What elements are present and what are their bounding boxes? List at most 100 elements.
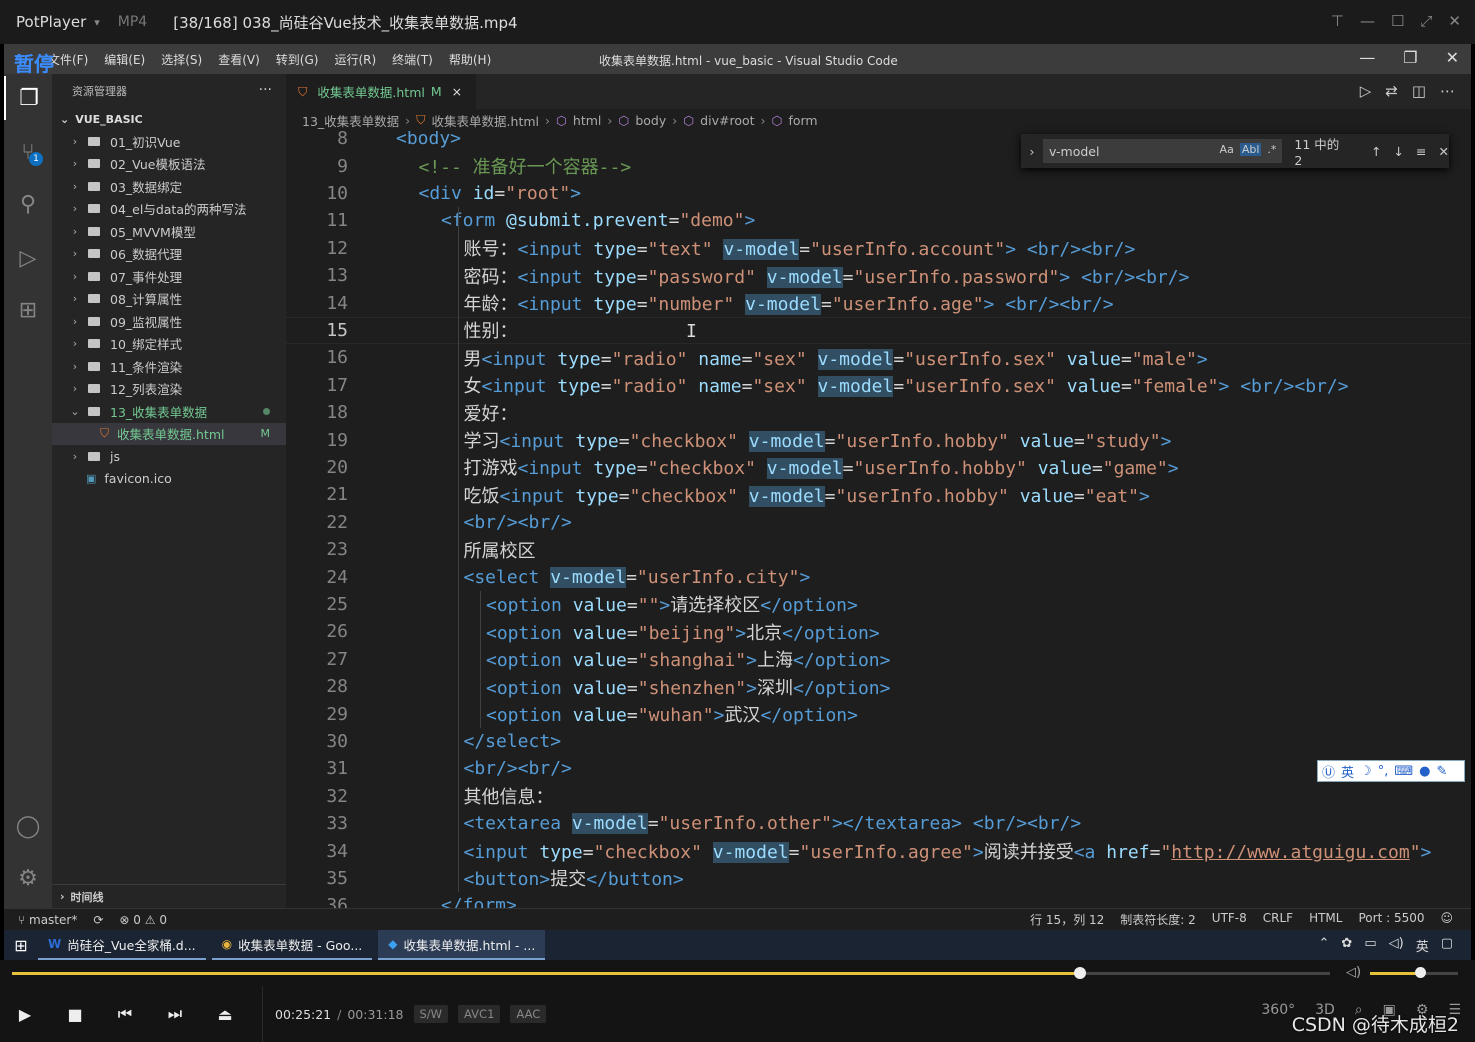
tree-folder[interactable]: › 12_列表渲染 (52, 378, 286, 401)
punctuation-icon[interactable]: °, (1378, 764, 1389, 779)
stop-icon[interactable]: ■ (50, 1005, 100, 1024)
tree-folder[interactable]: › 11_条件渲染 (52, 355, 286, 378)
sync-icon[interactable]: ⟳ (93, 913, 103, 927)
seek-bar[interactable] (12, 967, 1330, 979)
tree-folder[interactable]: › 05_MVVM模型 (52, 220, 286, 243)
taskbar-app[interactable]: ◆ 收集表单数据.html - ... (378, 930, 546, 960)
codec-chip-video[interactable]: AVC1 (458, 1005, 501, 1023)
menu-item[interactable]: 运行(R) (334, 51, 376, 68)
arrow-down-icon[interactable]: ↓ (1394, 144, 1404, 159)
menu-item[interactable]: 终端(T) (392, 51, 433, 68)
tree-folder[interactable]: › 10_绑定样式 (52, 333, 286, 356)
workspace-section[interactable]: ⌄ VUE_BASIC (52, 108, 286, 130)
breadcrumb-item[interactable]: 13_收集表单数据 (302, 111, 399, 130)
close-icon[interactable]: ✕ (1448, 12, 1461, 30)
windows-start-icon[interactable]: ⊞ (4, 936, 38, 955)
menu-item[interactable]: 帮助(H) (449, 51, 491, 68)
code-line[interactable]: 23 所属校区 (286, 536, 1471, 563)
battery-icon[interactable]: ▭ (1364, 936, 1376, 955)
chevron-up-icon[interactable]: ⌃ (1319, 936, 1330, 955)
fullscreen-icon[interactable]: ⤢ (1420, 12, 1432, 30)
run-icon[interactable]: ▷ (1360, 82, 1372, 100)
code-line[interactable]: 17 女<input type="radio" name="sex" v-mode… (286, 372, 1471, 399)
menu-item[interactable]: 文件(F) (48, 51, 88, 68)
branch-indicator[interactable]: ⑂ master* (18, 913, 77, 927)
code-line[interactable]: 29 <option value="wuhan">武汉</option> (286, 700, 1471, 727)
code-line[interactable]: 30 </select> (286, 728, 1471, 755)
play-icon[interactable]: ▶ (0, 1005, 50, 1024)
code-line[interactable]: 14 年龄：<input type="number" v-model="userI… (286, 289, 1471, 316)
code-line[interactable]: 24 <select v-model="userInfo.city"> (286, 563, 1471, 590)
status-item[interactable]: 制表符长度: 2 (1120, 911, 1196, 928)
status-item[interactable]: HTML (1309, 911, 1342, 928)
more-actions-icon[interactable]: ··· (259, 82, 272, 98)
codec-chip-audio[interactable]: AAC (510, 1005, 547, 1023)
tab-active-file[interactable]: ⛉ 收集表单数据.html M × (286, 74, 476, 109)
taskbar-app[interactable]: ◉ 收集表单数据 - Goo... (211, 930, 373, 960)
code-line[interactable]: 27 <option value="shanghai">上海</option> (286, 646, 1471, 673)
status-item[interactable]: 行 15，列 12 (1030, 911, 1104, 928)
close-icon[interactable]: ✕ (1446, 48, 1459, 67)
taskbar-app[interactable]: W 尚硅谷_Vue全家桶.d... (38, 930, 206, 960)
tree-file[interactable]: ⛉ 收集表单数据.html M (52, 422, 286, 445)
code-line[interactable]: 25 <option value="">请选择校区</option> (286, 591, 1471, 618)
tree-folder[interactable]: › 02_Vue模板语法 (52, 153, 286, 176)
restore-icon[interactable]: ❐ (1403, 48, 1417, 67)
code-line[interactable]: 11 <form @submit.prevent="demo"> (286, 207, 1471, 234)
speaker-icon[interactable]: ◁) (1389, 936, 1404, 955)
code-line[interactable]: 10 <div id="root"> (286, 180, 1471, 207)
chevron-right-icon[interactable]: › (1021, 144, 1043, 159)
code-line[interactable]: 32 其他信息： (286, 783, 1471, 810)
code-line[interactable]: 16 男<input type="radio" name="sex" v-mode… (286, 344, 1471, 371)
tree-folder[interactable]: › 08_计算属性 (52, 288, 286, 311)
arrow-up-icon[interactable]: ↑ (1371, 144, 1381, 159)
search-icon[interactable]: ⚲ (4, 182, 52, 226)
player-brand[interactable]: PotPlayer (16, 13, 86, 31)
timeline-section[interactable]: › 时间线 (52, 884, 286, 908)
tree-folder[interactable]: › 03_数据绑定 (52, 175, 286, 198)
code-line[interactable]: 33 <textarea v-model="userInfo.other"></t… (286, 810, 1471, 837)
breadcrumb-item[interactable]: html (573, 113, 601, 128)
maximize-icon[interactable]: ☐ (1391, 12, 1404, 30)
find-input[interactable]: v-model Aa Abl .* (1042, 139, 1283, 163)
account-icon[interactable]: ◯ (4, 804, 52, 848)
pin-icon[interactable]: ⊤ (1331, 12, 1344, 30)
status-item[interactable]: Port : 5500 (1358, 911, 1424, 928)
app-tray-icon[interactable]: ✿ (1341, 936, 1352, 955)
gear-icon[interactable]: ⚙ (4, 856, 52, 900)
status-item[interactable]: UTF-8 (1212, 911, 1247, 928)
compare-icon[interactable]: ⇄ (1385, 82, 1398, 100)
match-word-toggle[interactable]: Abl (1239, 143, 1262, 156)
volume-handle[interactable] (1415, 967, 1427, 978)
code-line[interactable]: 35 <button>提交</button> (286, 865, 1471, 892)
wrench-icon[interactable]: ✎ (1436, 764, 1447, 779)
tree-folder[interactable]: › 07_事件处理 (52, 265, 286, 288)
code-line[interactable]: 19 学习<input type="checkbox" v-model="user… (286, 426, 1471, 453)
next-icon[interactable]: ⏭ (150, 1004, 200, 1024)
codec-chip-sw[interactable]: S/W (413, 1005, 449, 1023)
notification-icon[interactable]: ▢ (1441, 936, 1453, 955)
code-line[interactable]: 28 <option value="shenzhen">深圳</option> (286, 673, 1471, 700)
code-editor[interactable]: 8 <body> 9 <!-- 准备好一个容器--> 10 <div id="root">… (286, 131, 1471, 908)
vr-360-button[interactable]: 360° (1261, 1002, 1295, 1018)
code-line[interactable]: 26 <option value="beijing">北京</option> (286, 618, 1471, 645)
breadcrumb-item[interactable]: div#root (700, 113, 754, 128)
find-in-selection-icon[interactable]: ≡ (1416, 144, 1426, 159)
eject-icon[interactable]: ⏏ (200, 1005, 250, 1024)
regex-toggle[interactable]: .* (1267, 143, 1276, 156)
previous-icon[interactable]: ⏮ (100, 1004, 150, 1024)
chevron-down-icon[interactable]: ▾ (94, 16, 100, 29)
code-line[interactable]: 36 </form> (286, 892, 1471, 908)
source-control-icon[interactable]: ⑂ 1 (4, 130, 52, 174)
feedback-icon[interactable]: ☺ (1440, 911, 1453, 928)
menu-item[interactable]: 转到(G) (276, 51, 319, 68)
match-case-toggle[interactable]: Aa (1220, 143, 1234, 156)
problems-indicator[interactable]: ⊗ 0 ⚠ 0 (119, 913, 167, 927)
code-line[interactable]: 12 账号：<input type="text" v-model="userInf… (286, 235, 1471, 262)
more-icon[interactable]: ⋯ (1440, 82, 1455, 100)
code-line[interactable]: 22 <br/><br/> (286, 509, 1471, 536)
tree-folder[interactable]: › 01_初识Vue (52, 130, 286, 153)
code-line[interactable]: 20 打游戏<input type="checkbox" v-model="use… (286, 454, 1471, 481)
moon-icon[interactable]: ☽ (1360, 764, 1372, 779)
menu-item[interactable]: 编辑(E) (104, 51, 145, 68)
